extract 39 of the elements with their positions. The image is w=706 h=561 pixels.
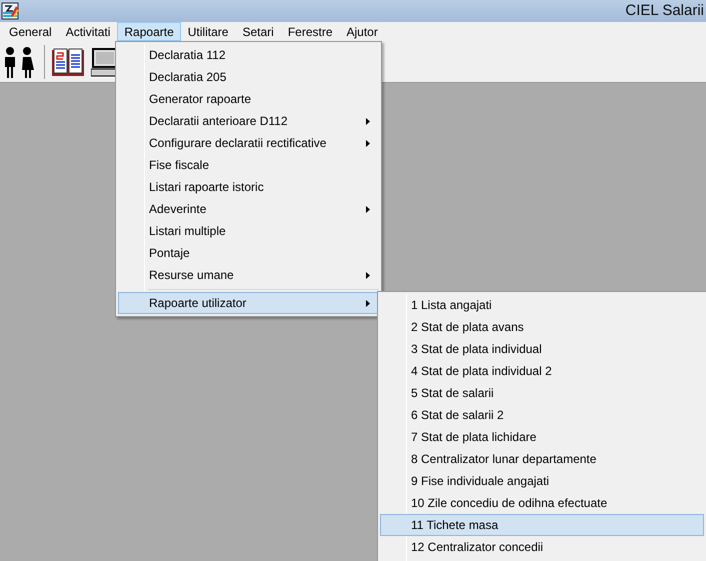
menu-item[interactable]: 6 Stat de salarii 2 <box>380 404 704 426</box>
menu-item[interactable]: Pontaje <box>118 242 379 264</box>
menu-bar-item[interactable]: Activitati <box>58 22 118 41</box>
submenu-arrow-icon <box>366 140 370 146</box>
menu-item[interactable]: 4 Stat de plata individual 2 <box>380 360 704 382</box>
menu-bar-item[interactable]: Setari <box>235 22 281 41</box>
menu-item[interactable]: 8 Centralizator lunar departamente <box>380 448 704 470</box>
menu-item[interactable]: 9 Fise individuale angajati <box>380 470 704 492</box>
menu-item[interactable]: Listari rapoarte istoric <box>118 176 379 198</box>
menu-bar-item[interactable]: Ferestre <box>280 22 340 41</box>
menu-item[interactable]: 2 Stat de plata avans <box>380 316 704 338</box>
menu-item[interactable]: 5 Stat de salarii <box>380 382 704 404</box>
submenu-arrow-icon <box>366 118 370 124</box>
menu-item[interactable]: Configurare declaratii rectificative <box>118 132 379 154</box>
menu-bar-item[interactable]: General <box>2 22 59 41</box>
menu-item[interactable]: 7 Stat de plata lichidare <box>380 426 704 448</box>
app-icon <box>1 2 19 20</box>
submenu-arrow-icon <box>366 272 370 278</box>
menu-item[interactable]: 1 Lista angajati <box>380 294 704 316</box>
menu-item[interactable]: Listari multiple <box>118 220 379 242</box>
submenu-arrow-icon <box>366 300 370 306</box>
menu-item[interactable]: Rapoarte utilizator <box>118 292 379 314</box>
menu-item[interactable]: Declaratia 112 <box>118 44 379 66</box>
menu-item[interactable]: Resurse umane <box>118 264 379 286</box>
menu-item[interactable]: 11 Tichete masa <box>380 514 704 536</box>
menu-item[interactable]: Fise fiscale <box>118 154 379 176</box>
menu-bar-item[interactable]: Ajutor <box>340 22 385 41</box>
menu-item[interactable]: Declaratia 205 <box>118 66 379 88</box>
menu-bar-item[interactable]: Utilitare <box>180 22 236 41</box>
menu-item[interactable]: 12 Centralizator concedii <box>380 536 704 558</box>
window-title: CIEL Salarii <box>625 0 704 21</box>
menu-bar-item[interactable]: Rapoarte <box>117 22 181 41</box>
submenu-arrow-icon <box>366 206 370 212</box>
menu-item[interactable]: Adeverinte <box>118 198 379 220</box>
menu-item[interactable]: Declaratii anterioare D112 <box>118 110 379 132</box>
book-icon[interactable] <box>51 46 85 76</box>
menu-item[interactable]: 3 Stat de plata individual <box>380 338 704 360</box>
menu-item[interactable]: 10 Zile concediu de odihna efectuate <box>380 492 704 514</box>
menu-item[interactable]: Generator rapoarte <box>118 88 379 110</box>
